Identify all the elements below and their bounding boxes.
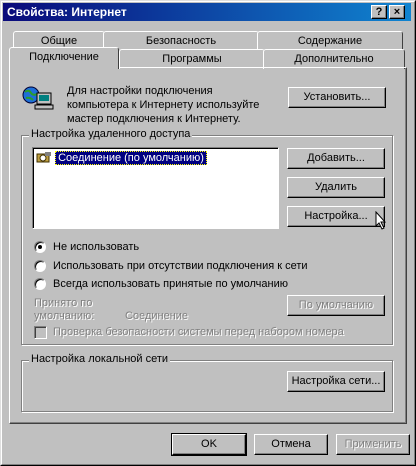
intro-line-1: Для настройки подключения xyxy=(67,85,213,97)
default-label-1: Принято по xyxy=(34,297,93,309)
option-never-dial-label[interactable]: Не использовать xyxy=(53,241,139,253)
set-default-button[interactable]: По умолчанию xyxy=(287,295,385,316)
security-check-label[interactable]: Проверка безопасности системы перед набо… xyxy=(53,326,344,338)
cancel-button[interactable]: Отмена xyxy=(254,434,328,455)
lan-legend: Настройка локальной сети xyxy=(29,353,171,365)
title-bar[interactable]: Свойства: Интернет ? × xyxy=(3,3,411,21)
radio-never-dial[interactable] xyxy=(34,241,46,253)
settings-button[interactable]: Настройка... xyxy=(287,206,385,227)
apply-button[interactable]: Применить xyxy=(336,434,410,455)
help-button[interactable]: ? xyxy=(371,5,387,19)
setup-button[interactable]: Установить... xyxy=(288,87,386,108)
default-label-2: умолчанию: xyxy=(34,310,95,322)
option-always-dial-default-label[interactable]: Всегда использовать принятые по умолчани… xyxy=(53,278,288,290)
intro-line-2: компьютера к Интернету используйте xyxy=(67,99,260,111)
intro-line-3: мастер подключения к Интернету. xyxy=(67,113,241,125)
dialup-legend: Настройка удаленного доступа xyxy=(29,128,193,140)
close-button[interactable]: × xyxy=(389,5,405,19)
tab-advanced[interactable]: Дополнительно xyxy=(263,49,405,69)
list-item-label: Соединение (по умолчанию) xyxy=(55,150,207,165)
list-item[interactable]: Соединение (по умолчанию) xyxy=(36,150,207,165)
default-connection-value: Соединение xyxy=(125,310,189,322)
option-dial-when-no-network-label[interactable]: Использовать при отсутствии подключения … xyxy=(53,260,308,272)
tab-security[interactable]: Безопасность xyxy=(103,31,259,51)
tab-connection[interactable]: Подключение xyxy=(9,47,119,69)
tab-programs[interactable]: Программы xyxy=(119,49,265,69)
mouse-cursor-icon xyxy=(375,211,387,230)
radio-dial-when-no-network[interactable] xyxy=(34,260,46,272)
internet-connection-icon xyxy=(22,86,54,110)
tab-content[interactable]: Содержание xyxy=(257,31,403,51)
security-check-checkbox[interactable] xyxy=(34,326,47,339)
ok-button[interactable]: OK xyxy=(171,433,247,456)
window-title: Свойства: Интернет xyxy=(7,5,127,19)
add-button[interactable]: Добавить... xyxy=(287,148,385,169)
lan-settings-button[interactable]: Настройка сети... xyxy=(287,371,385,392)
remove-button[interactable]: Удалить xyxy=(287,177,385,198)
dialup-connection-icon xyxy=(36,152,51,163)
radio-always-dial-default[interactable] xyxy=(34,278,46,290)
internet-properties-window: Свойства: Интернет ? × Общие Безопасност… xyxy=(0,0,416,466)
connections-list[interactable]: Соединение (по умолчанию) xyxy=(32,147,279,229)
